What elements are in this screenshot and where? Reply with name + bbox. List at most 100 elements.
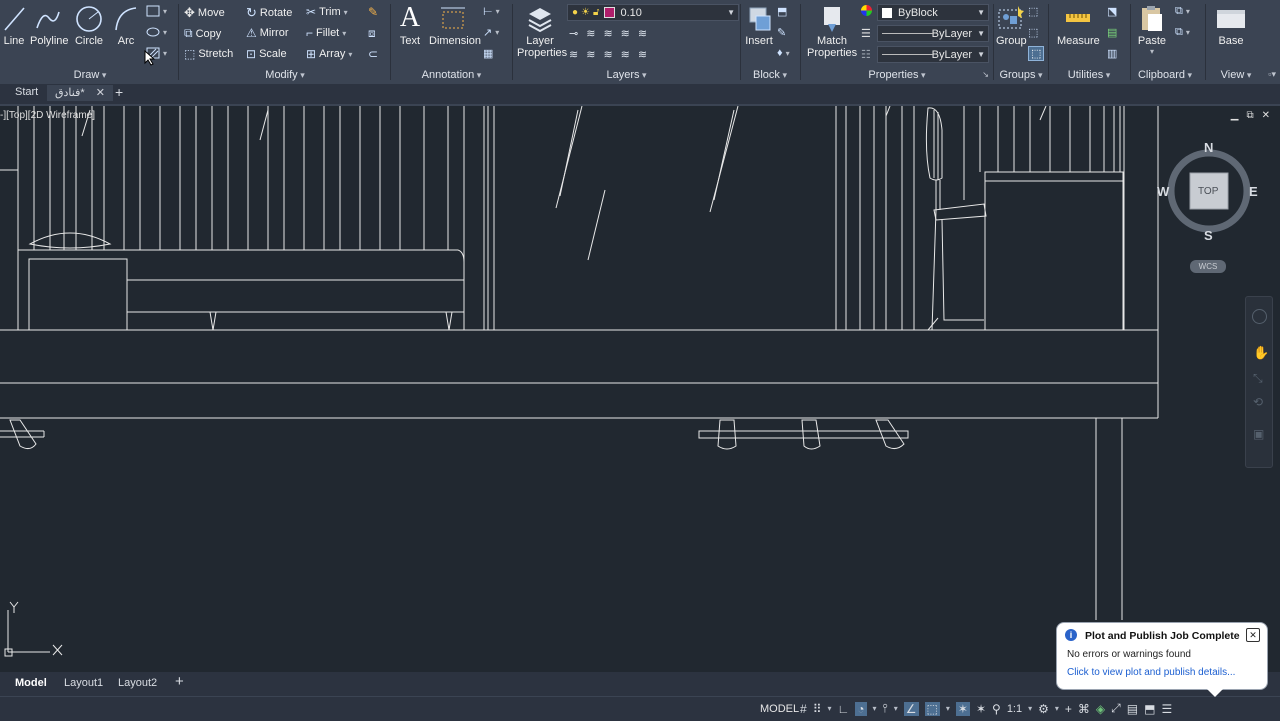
chevron-down-icon[interactable]: ▾ xyxy=(344,8,348,17)
chevron-down-icon[interactable]: ▾ xyxy=(873,704,877,713)
clipboard-panel-title[interactable]: Clipboard xyxy=(1131,69,1205,81)
fullscreen-icon[interactable]: ⬒ xyxy=(1144,702,1155,716)
id-point-button[interactable]: ▥ xyxy=(1107,47,1117,60)
tab-start[interactable]: Start xyxy=(15,86,38,98)
rotate-button[interactable]: ↻ Rotate xyxy=(246,5,292,21)
clean-screen-icon[interactable]: ⤢ xyxy=(1111,701,1121,716)
layer-walk-icon[interactable]: ≋ xyxy=(621,48,630,61)
annotation-panel-title[interactable]: Annotation xyxy=(391,69,512,81)
erase-button[interactable]: ✎ xyxy=(368,5,378,19)
close-icon[interactable]: ✕ xyxy=(96,87,105,99)
match-properties-button[interactable]: Match Properties xyxy=(807,4,857,59)
viewcube-south[interactable]: S xyxy=(1204,228,1213,243)
panel-launcher-icon[interactable]: ↘ xyxy=(982,70,989,79)
chevron-down-icon[interactable]: ▼ xyxy=(727,8,735,17)
customization-menu-icon[interactable]: ☰ xyxy=(1161,702,1172,716)
linear-dimension-button[interactable]: ⊢ ▾ xyxy=(483,5,500,18)
plotter-icon[interactable]: ▤ xyxy=(1127,702,1138,716)
isodraft-icon[interactable]: ⫯ xyxy=(883,701,888,716)
snap-icon[interactable]: ⠿ xyxy=(813,702,822,716)
mirror-button[interactable]: ⚠ Mirror xyxy=(246,26,288,40)
chevron-down-icon[interactable]: ▾ xyxy=(496,7,500,16)
hardware-acceleration-icon[interactable]: ⌘ xyxy=(1078,702,1090,716)
layer-thaw-icon[interactable]: ≋ xyxy=(586,48,595,61)
table-button[interactable]: ▦ xyxy=(483,47,493,60)
chevron-down-icon[interactable]: ▾ xyxy=(1028,704,1032,713)
modify-panel-title[interactable]: Modify xyxy=(180,69,390,81)
fillet-button[interactable]: ⌐ Fillet ▾ xyxy=(306,26,346,40)
leader-button[interactable]: ↗ ▾ xyxy=(483,26,499,39)
block-attributes-button[interactable]: ♦ ▾ xyxy=(777,47,790,59)
layer-freeze-icon[interactable]: ≋ xyxy=(603,27,612,40)
lineweight-dropdown[interactable]: ByLayer ▼ xyxy=(877,46,989,63)
chevron-down-icon[interactable]: ▾ xyxy=(1055,704,1059,713)
groups-panel-title[interactable]: Groups xyxy=(994,69,1048,81)
grid-icon[interactable]: # xyxy=(800,702,807,716)
showmotion-icon[interactable]: ▣ xyxy=(1253,427,1264,441)
new-tab-button[interactable]: + xyxy=(115,84,123,100)
close-icon[interactable]: ✕ xyxy=(1262,110,1270,121)
polar-icon[interactable]: ◔ xyxy=(855,701,867,716)
viewcube-top-face[interactable]: TOP xyxy=(1198,186,1218,197)
linetype-icon-button[interactable]: ☷ xyxy=(861,48,871,61)
tab-model[interactable]: Model xyxy=(15,677,47,689)
dimension-tool[interactable]: Dimension xyxy=(429,4,481,47)
tab-layout2[interactable]: Layout2 xyxy=(118,677,157,689)
viewcube-west[interactable]: W xyxy=(1157,184,1169,199)
chevron-down-icon[interactable]: ▾ xyxy=(946,704,950,713)
chevron-down-icon[interactable]: ▾ xyxy=(1186,7,1190,16)
draw-panel-title[interactable]: Draw xyxy=(0,69,180,81)
settings-icon[interactable]: ⚙ xyxy=(1038,702,1049,716)
annotation-visibility-icon[interactable]: ✶ xyxy=(955,701,970,716)
drawing-canvas[interactable]: -][Top][2D Wireframe] ▁ ⧉ ✕ N S W E TOP … xyxy=(0,106,1280,670)
layers-panel-title[interactable]: Layers xyxy=(513,69,740,81)
notification-details-link[interactable]: Click to view plot and publish details..… xyxy=(1067,667,1235,678)
color-wheel-button[interactable] xyxy=(861,5,872,16)
tab-drawing[interactable]: فنادق* ✕ xyxy=(47,85,113,101)
layer-unlock-icon[interactable]: ≋ xyxy=(603,48,612,61)
linetype-dropdown[interactable]: ByLayer ▼ xyxy=(877,25,989,42)
restore-icon[interactable]: ⧉ xyxy=(1246,110,1253,121)
chevron-down-icon[interactable]: ▾ xyxy=(163,28,167,37)
circle-tool[interactable]: Circle xyxy=(74,4,104,47)
wcs-menu[interactable]: WCS xyxy=(1190,260,1226,273)
text-tool[interactable]: A Text xyxy=(397,2,423,47)
ortho-icon[interactable]: ∟ xyxy=(838,702,850,716)
create-block-button[interactable]: ⬒ xyxy=(777,5,787,18)
auto-scale-icon[interactable]: ✶ xyxy=(976,702,986,716)
add-icon[interactable]: + xyxy=(1065,702,1072,716)
zoom-extents-icon[interactable]: ⤡ xyxy=(1253,371,1263,386)
chevron-down-icon[interactable]: ▾ xyxy=(348,50,352,59)
group-edit-button[interactable]: ⬚ xyxy=(1028,26,1038,39)
layer-lock-icon[interactable]: ≋ xyxy=(621,27,630,40)
layer-on-icon[interactable]: ≋ xyxy=(569,48,578,61)
lineweight-icon-button[interactable]: ☰ xyxy=(861,27,871,40)
ellipse-tool[interactable]: ▾ xyxy=(146,26,167,38)
trim-button[interactable]: ✂ Trim ▾ xyxy=(306,5,348,19)
chevron-down-icon[interactable]: ▼ xyxy=(977,50,985,59)
rectangle-tool[interactable]: ▾ xyxy=(146,5,167,17)
utilities-panel-title[interactable]: Utilities xyxy=(1049,69,1129,81)
line-tool[interactable]: Line xyxy=(2,4,26,47)
base-button[interactable]: Base xyxy=(1214,4,1248,47)
close-icon[interactable]: ✕ xyxy=(1246,628,1260,642)
minimize-icon[interactable]: ▁ xyxy=(1231,110,1239,121)
annotation-scale-icon[interactable]: ⚲ xyxy=(992,702,1001,716)
paste-button[interactable]: Paste ▾ xyxy=(1137,4,1167,56)
insert-button[interactable]: Insert xyxy=(743,4,775,47)
chevron-down-icon[interactable]: ▼ xyxy=(977,29,985,38)
chevron-down-icon[interactable]: ▾ xyxy=(827,704,831,713)
layer-dropdown[interactable]: ● ☀ 🔓︎ 0.10 ▼ xyxy=(567,4,739,21)
tab-layout1[interactable]: Layout1 xyxy=(64,677,103,689)
layer-properties-button[interactable]: Layer Properties xyxy=(517,4,567,59)
object-snap-tracking-icon[interactable]: ∠ xyxy=(903,701,919,716)
ribbon-overflow-icon[interactable]: ▫▾ xyxy=(1268,69,1276,80)
move-button[interactable]: ✥ Move xyxy=(184,5,225,21)
viewcube[interactable]: N S W E TOP xyxy=(1157,140,1260,250)
polyline-tool[interactable]: Polyline xyxy=(30,4,69,47)
group-select-button[interactable]: ⬚ xyxy=(1028,46,1045,61)
chevron-down-icon[interactable]: ▾ xyxy=(163,49,167,58)
stretch-button[interactable]: ⬚ Stretch xyxy=(184,47,233,61)
chevron-down-icon[interactable]: ▾ xyxy=(1137,47,1167,56)
array-button[interactable]: ⊞ Array ▾ xyxy=(306,47,352,61)
